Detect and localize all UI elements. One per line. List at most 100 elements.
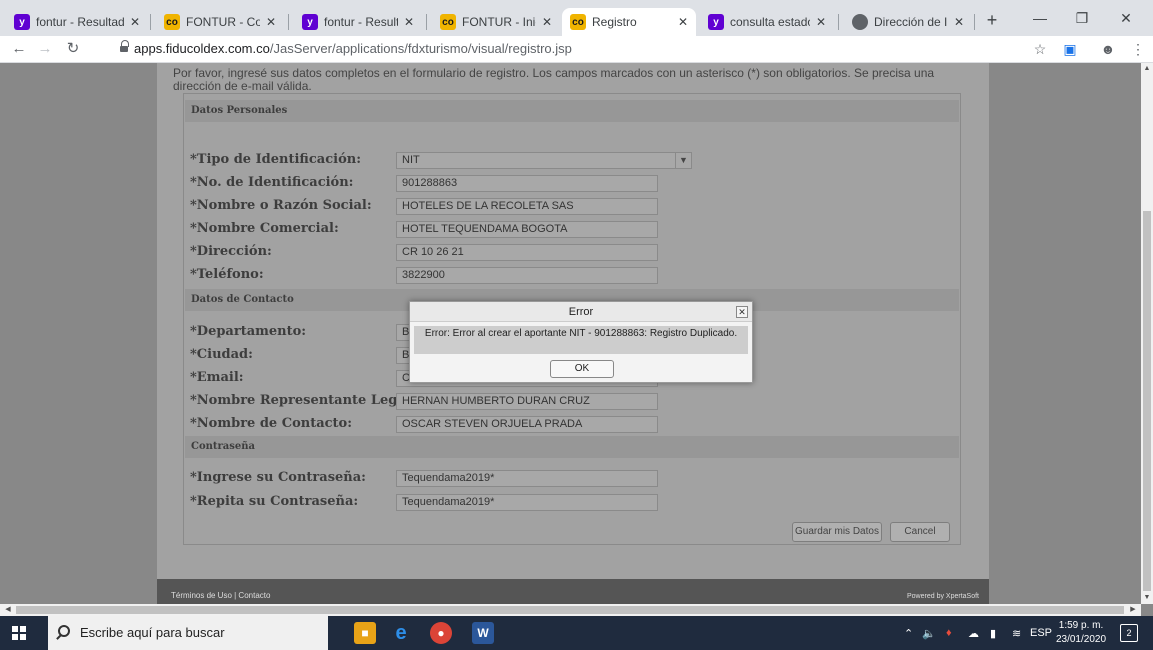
tab-separator bbox=[288, 14, 289, 30]
browser-tab-strip: y fontur - Resultado ✕ co FONTUR - Conta… bbox=[0, 0, 1153, 36]
label-nombre-comercial: *Nombre Comercial: bbox=[190, 221, 339, 236]
extension-icon[interactable]: ▣ bbox=[1060, 39, 1080, 59]
volume-icon[interactable]: 🔈 bbox=[922, 627, 936, 640]
globe-icon bbox=[852, 14, 868, 30]
yahoo-icon: y bbox=[14, 14, 30, 30]
close-icon[interactable]: ✕ bbox=[266, 15, 276, 29]
clock-date: 23/01/2020 bbox=[1055, 634, 1107, 645]
dialog-message: Error: Error al crear el aportante NIT -… bbox=[414, 326, 748, 354]
tab-label: FONTUR - Inicio bbox=[462, 15, 536, 29]
direccion-input[interactable]: CR 10 26 21 bbox=[396, 244, 658, 261]
scrollbar-thumb[interactable] bbox=[1143, 211, 1151, 591]
close-icon[interactable]: ✕ bbox=[678, 15, 688, 29]
scrollbar-thumb[interactable] bbox=[16, 606, 1124, 614]
tab-separator bbox=[150, 14, 151, 30]
window-close-icon[interactable]: ✕ bbox=[1106, 4, 1146, 32]
windows-start-icon[interactable] bbox=[12, 626, 26, 640]
chevron-up-icon[interactable]: ⌃ bbox=[904, 627, 913, 640]
address-bar[interactable]: apps.fiducoldex.com.co/JasServer/applica… bbox=[134, 41, 572, 56]
windows-taskbar: Escribe aquí para buscar ■ e ● W ⌃ 🔈 ♦ ☁… bbox=[0, 616, 1153, 650]
fontur-icon: co bbox=[570, 14, 586, 30]
reload-icon[interactable]: ↻ bbox=[62, 38, 84, 60]
wifi-icon[interactable]: ≋ bbox=[1012, 627, 1021, 640]
antivirus-tray-icon[interactable]: ♦ bbox=[946, 627, 952, 639]
restore-icon[interactable]: ❐ bbox=[1062, 4, 1102, 32]
representante-legal-input[interactable]: HERNAN HUMBERTO DURAN CRUZ bbox=[396, 393, 658, 410]
forward-arrow-icon[interactable]: → bbox=[34, 38, 56, 60]
notification-center-icon[interactable]: 2 bbox=[1120, 624, 1138, 642]
minimize-icon[interactable]: — bbox=[1020, 4, 1060, 32]
label-departamento: *Departamento: bbox=[190, 324, 307, 339]
url-path: /JasServer/applications/fdxturismo/visua… bbox=[269, 41, 572, 56]
chrome-browser-icon[interactable]: ● bbox=[430, 622, 452, 644]
tab-label: fontur - Resultado bbox=[324, 15, 398, 29]
close-icon[interactable]: ✕ bbox=[404, 15, 414, 29]
telefono-input[interactable]: 3822900 bbox=[396, 267, 658, 284]
battery-icon[interactable]: ▮ bbox=[990, 627, 996, 640]
tab-label: Dirección de Impu bbox=[874, 15, 948, 29]
footer-links[interactable]: Términos de Uso | Contacto bbox=[171, 591, 270, 600]
browser-toolbar: ← → ↻ apps.fiducoldex.com.co/JasServer/a… bbox=[0, 36, 1153, 63]
ok-button[interactable]: OK bbox=[550, 360, 614, 378]
profile-icon[interactable]: ☻ bbox=[1098, 39, 1118, 59]
taskbar-clock[interactable]: 1:59 p. m. 23/01/2020 bbox=[1053, 619, 1109, 647]
tab-fontur-contact[interactable]: co FONTUR - Contact ✕ bbox=[156, 8, 284, 36]
tab-direccion-impuestos[interactable]: Dirección de Impu ✕ bbox=[844, 8, 972, 36]
vertical-scrollbar[interactable]: ▲ ▼ bbox=[1141, 63, 1153, 604]
tab-consulta-estado[interactable]: y consulta estado ru ✕ bbox=[700, 8, 834, 36]
tab-label: consulta estado ru bbox=[730, 15, 810, 29]
close-icon[interactable]: ✕ bbox=[816, 15, 826, 29]
label-tipo-identificacion: *Tipo de Identificación: bbox=[190, 152, 361, 167]
scroll-down-icon[interactable]: ▼ bbox=[1141, 592, 1153, 604]
label-telefono: *Teléfono: bbox=[190, 267, 264, 282]
close-icon[interactable]: ✕ bbox=[954, 15, 964, 29]
nombre-contacto-input[interactable]: OSCAR STEVEN ORJUELA PRADA bbox=[396, 416, 658, 433]
url-host: apps.fiducoldex.com.co bbox=[134, 41, 270, 56]
back-arrow-icon[interactable]: ← bbox=[8, 38, 30, 60]
nombre-comercial-input[interactable]: HOTEL TEQUENDAMA BOGOTA bbox=[396, 221, 658, 238]
taskbar-search-input[interactable]: Escribe aquí para buscar bbox=[48, 616, 328, 650]
close-icon[interactable]: ✕ bbox=[542, 15, 552, 29]
word-app-icon[interactable]: W bbox=[472, 622, 494, 644]
scroll-left-icon[interactable]: ◀ bbox=[2, 604, 14, 616]
tab-label: fontur - Resultado bbox=[36, 15, 124, 29]
yahoo-icon: y bbox=[708, 14, 724, 30]
label-razon-social: *Nombre o Razón Social: bbox=[190, 198, 372, 213]
tab-registro[interactable]: co Registro ✕ bbox=[562, 8, 696, 36]
save-button[interactable]: Guardar mis Datos bbox=[792, 522, 882, 542]
cloud-icon[interactable]: ☁ bbox=[968, 627, 979, 640]
cancel-button[interactable]: Cancel bbox=[890, 522, 950, 542]
scroll-up-icon[interactable]: ▲ bbox=[1141, 63, 1153, 75]
bookmark-star-icon[interactable]: ☆ bbox=[1030, 39, 1050, 59]
password-repeat-input[interactable]: Tequendama2019* bbox=[396, 494, 658, 511]
close-icon[interactable]: ✕ bbox=[130, 15, 140, 29]
tab-separator bbox=[426, 14, 427, 30]
edge-browser-icon[interactable]: e bbox=[390, 622, 412, 644]
tab-fontur-resultados-2[interactable]: y fontur - Resultado ✕ bbox=[294, 8, 422, 36]
no-identificacion-input[interactable]: 901288863 bbox=[396, 175, 658, 192]
horizontal-scrollbar[interactable]: ◀ ▶ bbox=[0, 604, 1141, 616]
tab-fontur-resultados-1[interactable]: y fontur - Resultado ✕ bbox=[6, 8, 148, 36]
tab-label: FONTUR - Contact bbox=[186, 15, 260, 29]
tab-fontur-inicio[interactable]: co FONTUR - Inicio ✕ bbox=[432, 8, 560, 36]
tab-separator bbox=[974, 14, 975, 30]
fontur-icon: co bbox=[164, 14, 180, 30]
chevron-down-icon[interactable]: ▼ bbox=[675, 153, 691, 168]
razon-social-input[interactable]: HOTELES DE LA RECOLETA SAS bbox=[396, 198, 658, 215]
password-input[interactable]: Tequendama2019* bbox=[396, 470, 658, 487]
section-datos-personales: Datos Personales bbox=[185, 100, 959, 122]
tab-separator bbox=[838, 14, 839, 30]
menu-dots-icon[interactable]: ⋮ bbox=[1128, 39, 1148, 59]
tipo-identificacion-value: NIT bbox=[402, 154, 420, 166]
label-email: *Email: bbox=[190, 370, 244, 385]
label-repita-contrasena: *Repita su Contraseña: bbox=[190, 494, 359, 509]
scroll-right-icon[interactable]: ▶ bbox=[1127, 604, 1139, 616]
error-dialog: Error ✕ Error: Error al crear el aportan… bbox=[409, 301, 753, 383]
close-icon[interactable]: ✕ bbox=[736, 306, 748, 318]
tipo-identificacion-select[interactable]: NIT ▼ bbox=[396, 152, 692, 169]
file-explorer-icon[interactable]: ■ bbox=[354, 622, 376, 644]
new-tab-button[interactable]: + bbox=[980, 8, 1004, 32]
label-no-identificacion: *No. de Identificación: bbox=[190, 175, 354, 190]
fontur-icon: co bbox=[440, 14, 456, 30]
language-indicator[interactable]: ESP bbox=[1030, 627, 1052, 639]
